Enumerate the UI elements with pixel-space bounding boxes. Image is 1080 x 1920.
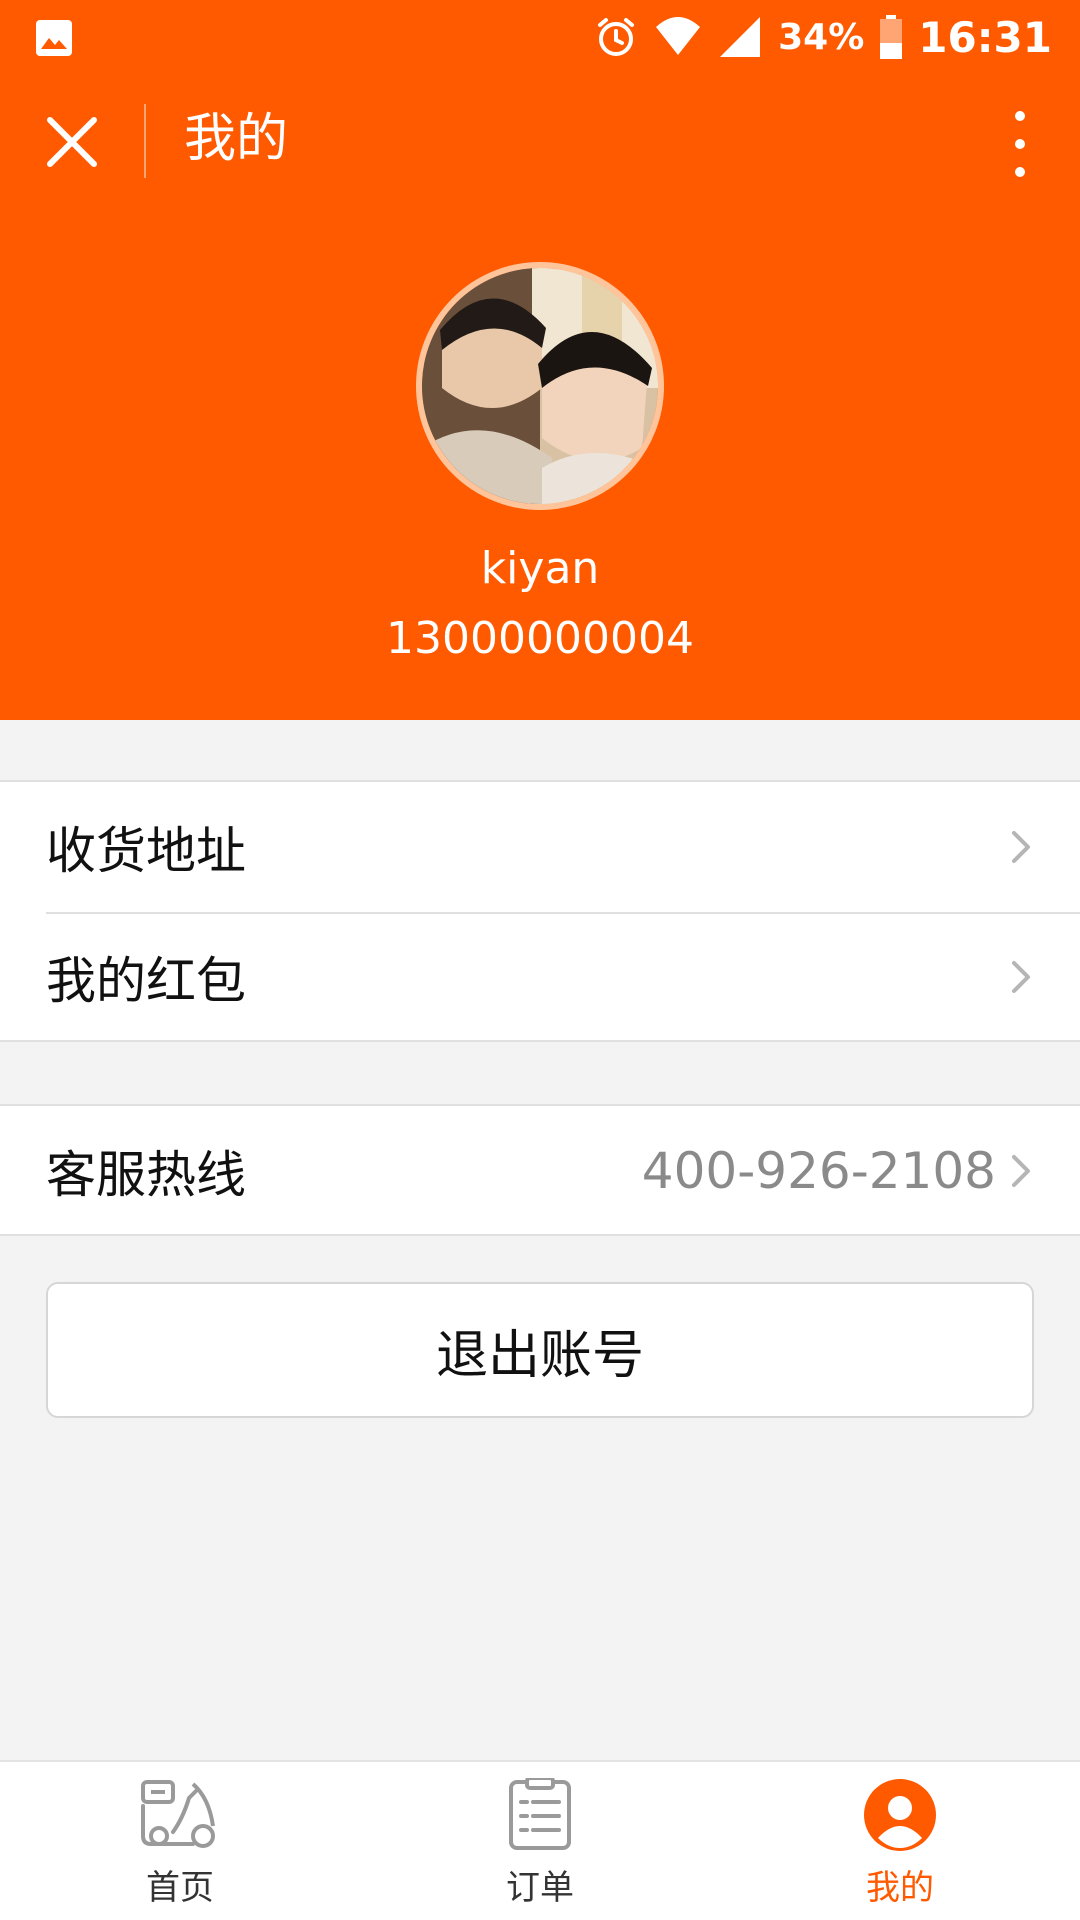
tab-label: 订单: [506, 1868, 574, 1908]
chevron-right-icon: [1012, 831, 1030, 863]
username: kiyan: [480, 543, 600, 594]
avatar-photo: [422, 268, 658, 504]
tab-mine[interactable]: 我的: [720, 1762, 1080, 1920]
wifi-icon: [656, 17, 701, 55]
menu-item-label: 客服热线: [46, 1146, 246, 1204]
menu-item-label: 收货地址: [46, 822, 246, 880]
chevron-right-icon: [1012, 961, 1030, 993]
clipboard-list-icon: [509, 1778, 571, 1850]
menu-section: 收货地址 我的红包: [0, 780, 1080, 1042]
title-bar: 我的: [0, 92, 1080, 198]
chevron-right-icon: [1012, 1155, 1030, 1187]
title-divider: [144, 104, 146, 178]
battery-percent: 34%: [778, 16, 865, 58]
page-title: 我的: [184, 109, 289, 169]
close-icon[interactable]: [40, 110, 104, 174]
phone-number: 13000000004: [386, 613, 694, 664]
avatar[interactable]: [416, 262, 664, 510]
menu-item-address[interactable]: 收货地址: [0, 782, 1080, 912]
menu-item-label: 我的红包: [46, 952, 246, 1010]
tab-label: 首页: [146, 1868, 214, 1908]
hotline-number: 400-926-2108: [641, 1142, 996, 1200]
signal-icon: [720, 17, 761, 57]
profile-header: 34% 16:31 我的 kiyan 13000000004: [0, 0, 1080, 720]
battery-icon: [880, 15, 903, 59]
more-vertical-icon[interactable]: [1000, 106, 1040, 182]
bottom-tab-bar: 首页 订单 我的: [0, 1760, 1080, 1920]
logout-button[interactable]: 退出账号: [46, 1282, 1034, 1418]
tab-home[interactable]: 首页: [0, 1762, 360, 1920]
image-icon: [36, 20, 72, 56]
scooter-icon: [141, 1780, 215, 1848]
clock-time: 16:31: [918, 12, 1052, 62]
status-indicators: 34% 16:31: [592, 10, 1052, 64]
user-icon: [864, 1779, 936, 1851]
tab-orders[interactable]: 订单: [360, 1762, 720, 1920]
alarm-icon: [598, 18, 635, 56]
menu-item-service-hotline[interactable]: 客服热线 400-926-2108: [0, 1106, 1080, 1236]
tab-label: 我的: [866, 1868, 934, 1908]
menu-item-red-packet[interactable]: 我的红包: [0, 912, 1080, 1042]
my-page-screen: 34% 16:31 我的 kiyan 13000000004 收货地址 我的红包…: [0, 0, 1080, 1920]
status-bar: 34% 16:31: [0, 0, 1080, 74]
service-section: 客服热线 400-926-2108: [0, 1104, 1080, 1236]
